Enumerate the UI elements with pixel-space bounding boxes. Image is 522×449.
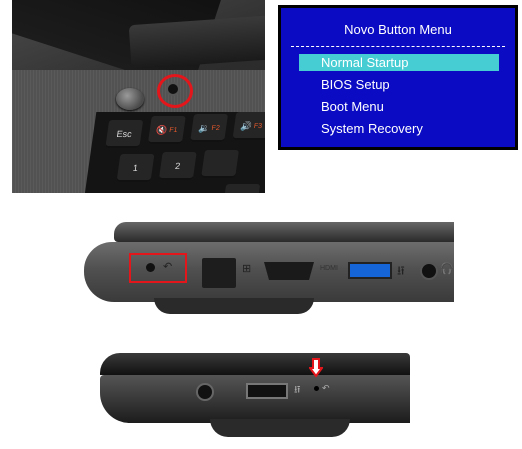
audio-jack [196,383,214,401]
key-volume-up[interactable]: 🔊 F3 [232,112,265,140]
laptop-keyboard-photo: Esc 🔇F1 🔉F2 🔊F3 1 2 W [12,0,265,193]
red-down-arrow-icon [309,358,323,378]
menu-item-bios-setup[interactable]: BIOS Setup [299,76,499,93]
volume-up-icon: 🔊 [240,120,253,131]
usb-icon: ⭿ [397,264,405,278]
key-label: Esc [116,129,133,139]
menu-title: Novo Button Menu [344,22,452,37]
laptop-lid-edge [114,222,454,242]
novo-arrow-icon: ↶ [322,383,330,393]
laptop-foot [210,419,350,437]
power-button-icon[interactable] [116,88,144,110]
key-esc[interactable]: Esc [105,120,144,148]
novo-button-menu: Novo Button Menu Normal Startup BIOS Set… [278,5,518,150]
key-1[interactable]: 1 [116,154,155,182]
hdmi-port [264,262,314,280]
ethernet-port [202,258,236,288]
hdmi-label: HDMI [320,265,338,272]
usb-icon: ⭿ [294,385,301,396]
menu-item-boot-menu[interactable]: Boot Menu [299,98,499,115]
key-volume-down[interactable]: 🔉 F2 [190,114,229,142]
key-2[interactable]: 2 [158,152,197,180]
mute-icon: 🔇 [155,124,169,135]
volume-down-icon: 🔉 [197,122,211,133]
usb3-port [348,262,392,279]
laptop-side-usb-photo: ⭿ ↶ [100,345,410,445]
audio-jack [420,262,438,280]
headset-icon: 🎧 [440,263,454,275]
novo-button-icon[interactable] [314,386,319,391]
novo-button-highlight [129,253,187,283]
key-label: 1 [132,163,139,173]
key-3[interactable] [201,150,239,178]
laptop-side-ports-photo: ↶ ⊞ HDMI ⭿ 🎧 [84,220,454,320]
lan-icon: ⊞ [242,263,252,275]
laptop-hinge [128,14,265,70]
menu-item-system-recovery[interactable]: System Recovery [299,120,499,137]
laptop-foot [154,298,314,314]
key-label: 2 [174,161,181,171]
menu-item-normal-startup[interactable]: Normal Startup [299,54,499,71]
usb-port [246,383,288,399]
novo-button-highlight [157,74,193,108]
key-mute[interactable]: 🔇 F1 [147,116,186,144]
keyboard-keys: Esc 🔇F1 🔉F2 🔊F3 1 2 W [83,112,265,193]
menu-divider [291,46,505,47]
laptop-lid-edge [100,353,410,375]
key-w[interactable]: W [222,184,261,193]
